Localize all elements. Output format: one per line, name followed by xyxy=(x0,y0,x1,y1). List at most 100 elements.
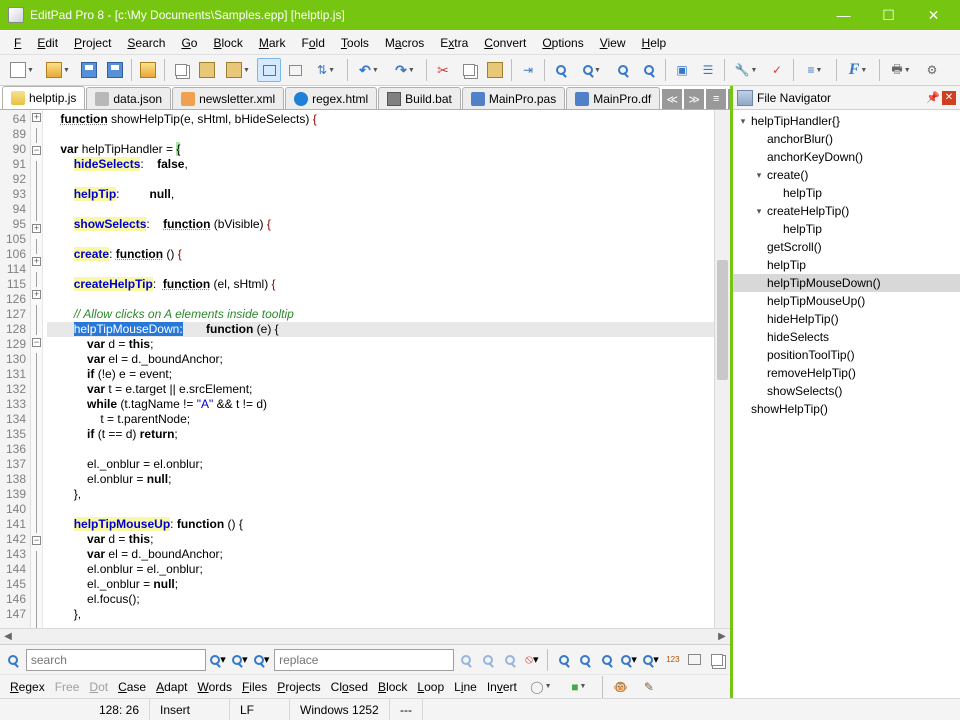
search-options-button[interactable] xyxy=(685,650,704,670)
tree-item[interactable]: positionToolTip() xyxy=(733,346,960,364)
horizontal-scrollbar[interactable]: ◀ ▶ xyxy=(0,628,730,644)
scrollbar-thumb[interactable] xyxy=(717,260,728,380)
search-prev-button[interactable]: ▾ xyxy=(230,650,249,670)
replace-next-button[interactable] xyxy=(457,650,476,670)
bookmark-button[interactable]: ▣ xyxy=(670,58,694,82)
tree-item[interactable]: ▾createHelpTip() xyxy=(733,202,960,220)
align-button[interactable]: ≡▼ xyxy=(798,58,832,82)
tree-item[interactable]: helpTipMouseUp() xyxy=(733,292,960,310)
opt-block[interactable]: Block xyxy=(374,678,411,696)
scroll-right-button[interactable]: ▶ xyxy=(714,629,730,645)
opt-circle-button[interactable]: ◯▼ xyxy=(524,675,558,699)
opt-green-button[interactable]: ■▼ xyxy=(562,675,596,699)
opt-monkey-button[interactable]: 🐵 xyxy=(609,675,633,699)
tools-button[interactable]: 🔧▼ xyxy=(729,58,763,82)
find-button[interactable]: ▼ xyxy=(575,58,609,82)
tab-data-json[interactable]: data.json xyxy=(86,87,171,109)
search-all-button[interactable]: ▾ xyxy=(252,650,271,670)
save-button[interactable] xyxy=(77,58,101,82)
search-highlight-button[interactable] xyxy=(554,650,573,670)
tab-list-button[interactable]: ≡ xyxy=(706,89,726,109)
menu-extra[interactable]: Extra xyxy=(432,33,476,53)
menu-options[interactable]: Options xyxy=(534,33,591,53)
zoom-in-button[interactable] xyxy=(549,58,573,82)
copy-button[interactable] xyxy=(169,58,193,82)
replace-input[interactable] xyxy=(274,649,454,671)
tree-item[interactable]: helpTipMouseDown() xyxy=(733,274,960,292)
opt-pen-button[interactable]: ✎ xyxy=(637,675,661,699)
tree-item[interactable]: anchorKeyDown() xyxy=(733,148,960,166)
opt-adapt[interactable]: Adapt xyxy=(152,678,191,696)
save-all-button[interactable] xyxy=(103,58,127,82)
panel-close-button[interactable]: ✕ xyxy=(942,91,956,105)
pin-icon[interactable]: 📌 xyxy=(926,91,940,105)
code-editor[interactable]: 6489909192939495105106114115126127128129… xyxy=(0,110,730,628)
maximize-button[interactable]: ☐ xyxy=(866,1,911,30)
replace-sel-button[interactable] xyxy=(479,650,498,670)
search-copy-button[interactable] xyxy=(707,650,726,670)
menu-view[interactable]: View xyxy=(592,33,634,53)
opt-words[interactable]: Words xyxy=(193,678,235,696)
menu-tools[interactable]: Tools xyxy=(333,33,377,53)
clipboard-button[interactable]: ▼ xyxy=(221,58,255,82)
opt-free[interactable]: Free xyxy=(51,678,84,696)
tab-next-button[interactable]: ≫ xyxy=(684,89,704,109)
paste2-button[interactable] xyxy=(483,58,507,82)
copy2-button[interactable] xyxy=(457,58,481,82)
opt-regex[interactable]: Regex xyxy=(6,678,49,696)
opt-invert[interactable]: Invert xyxy=(483,678,521,696)
tab-regex-html[interactable]: regex.html xyxy=(285,87,377,109)
paste-button[interactable] xyxy=(195,58,219,82)
search-next-button[interactable]: ▾ xyxy=(209,650,228,670)
open-file-button[interactable]: ▼ xyxy=(41,58,75,82)
bookmark-list-button[interactable]: ☰ xyxy=(696,58,720,82)
tree-item[interactable]: anchorBlur() xyxy=(733,130,960,148)
redo-button[interactable]: ↷▼ xyxy=(388,58,422,82)
find-prev-button[interactable] xyxy=(637,58,661,82)
menu-help[interactable]: Help xyxy=(634,33,675,53)
opt-case[interactable]: Case xyxy=(114,678,150,696)
replace-all-button[interactable] xyxy=(501,650,520,670)
search-count-button[interactable] xyxy=(598,650,617,670)
add-mark-button[interactable] xyxy=(283,58,307,82)
tree-item[interactable]: hideSelects xyxy=(733,328,960,346)
tree-item[interactable]: ▾create() xyxy=(733,166,960,184)
tab-prev-button[interactable]: ≪ xyxy=(662,89,682,109)
menu-macros[interactable]: Macros xyxy=(377,33,432,53)
search-list-button[interactable]: ▾ xyxy=(642,650,661,670)
column-mode-button[interactable] xyxy=(257,58,281,82)
vertical-scrollbar[interactable] xyxy=(714,110,730,628)
menu-go[interactable]: Go xyxy=(173,33,205,53)
opt-loop[interactable]: Loop xyxy=(413,678,448,696)
tab-helptip-js[interactable]: helptip.js xyxy=(2,86,85,109)
menu-search[interactable]: Search xyxy=(119,33,173,53)
indent-button[interactable]: ⇥ xyxy=(516,58,540,82)
search-fold-button[interactable]: ▾ xyxy=(620,650,639,670)
tree-item[interactable]: getScroll() xyxy=(733,238,960,256)
menu-block[interactable]: Block xyxy=(205,33,250,53)
tab-Build-bat[interactable]: Build.bat xyxy=(378,87,461,109)
replace-stop-button[interactable]: ⦸▾ xyxy=(522,650,541,670)
close-button[interactable]: ✕ xyxy=(911,1,956,30)
opt-projects[interactable]: Projects xyxy=(273,678,324,696)
search-in-files-button[interactable] xyxy=(576,650,595,670)
font-button[interactable]: F▼ xyxy=(841,58,875,82)
tab-MainPro-df[interactable]: MainPro.df xyxy=(566,87,660,109)
new-file-button[interactable]: ▼ xyxy=(5,58,39,82)
tree-item[interactable]: removeHelpTip() xyxy=(733,364,960,382)
tree-item[interactable]: helpTip xyxy=(733,220,960,238)
minimize-button[interactable]: ― xyxy=(821,1,866,30)
tree-item[interactable]: showHelpTip() xyxy=(733,400,960,418)
tab-MainPro-pas[interactable]: MainPro.pas xyxy=(462,87,565,109)
tab-newsletter-xml[interactable]: newsletter.xml xyxy=(172,87,284,109)
menu-fold[interactable]: Fold xyxy=(294,33,333,53)
scroll-left-button[interactable]: ◀ xyxy=(0,629,16,645)
opt-files[interactable]: Files xyxy=(238,678,271,696)
search-123-button[interactable]: 123 xyxy=(663,650,682,670)
sort-button[interactable]: ⇅▼ xyxy=(309,58,343,82)
opt-line[interactable]: Line xyxy=(450,678,481,696)
spell-button[interactable]: ✓ xyxy=(765,58,789,82)
navigator-tree[interactable]: ▾helpTipHandler{}anchorBlur()anchorKeyDo… xyxy=(733,110,960,698)
opt-closed[interactable]: Closed xyxy=(327,678,372,696)
tree-item[interactable]: ▾helpTipHandler{} xyxy=(733,112,960,130)
